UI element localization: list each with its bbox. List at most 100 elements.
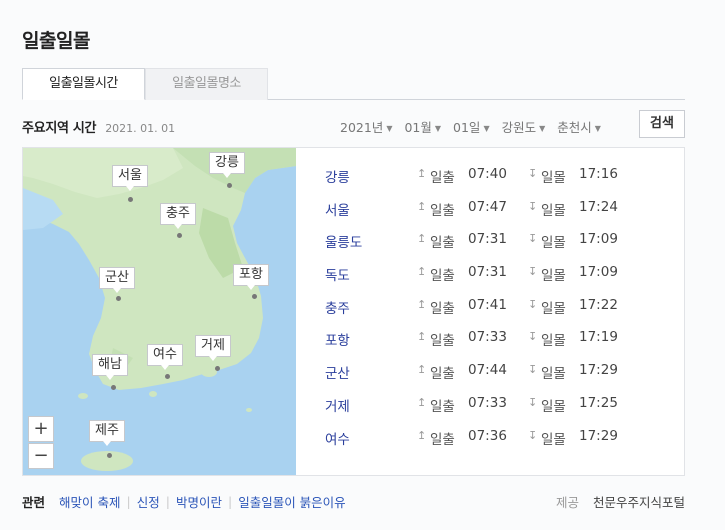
map-pin-yeosu[interactable]: 여수 xyxy=(147,344,183,370)
zoom-in-button[interactable]: + xyxy=(28,416,54,442)
sunset-time: 17:09 xyxy=(579,264,618,281)
provider-label: 제공 xyxy=(555,495,579,510)
list-item: 충주 ↥ 일출 07:41 ↧ 일몰 17:22 xyxy=(325,297,665,330)
list-item: 여수 ↥ 일출 07:36 ↧ 일몰 17:29 xyxy=(325,428,665,461)
sunset-icon: ↧ xyxy=(528,297,538,311)
sunrise-icon: ↥ xyxy=(417,199,427,213)
sunset-time: 17:24 xyxy=(579,198,618,215)
map-pin-gangneung[interactable]: 강릉 xyxy=(209,152,245,178)
sunrise-time: 07:33 xyxy=(468,329,507,346)
day-select[interactable]: 01일 ▼ xyxy=(453,117,490,136)
divider: | xyxy=(227,494,233,509)
sunset-icon: ↧ xyxy=(528,199,538,213)
sunrise-icon: ↥ xyxy=(417,330,427,344)
sunrise-icon: ↥ xyxy=(417,232,427,246)
map-dot-pohang xyxy=(252,294,257,299)
sunset-time: 17:16 xyxy=(579,166,618,182)
korea-map[interactable]: 강릉 서울 충주 군산 포항 해남 여수 거제 제주 + − xyxy=(23,148,296,475)
city-link[interactable]: 충주 xyxy=(325,297,350,317)
city-link[interactable]: 강릉 xyxy=(325,166,350,186)
related-link-new-year[interactable]: 신정 xyxy=(137,492,160,511)
sunrise-label: 일출 xyxy=(430,235,455,252)
sunset-time: 17:29 xyxy=(579,427,618,444)
sunset-time: 17:22 xyxy=(579,296,618,313)
divider: | xyxy=(126,494,131,509)
city-link[interactable]: 여수 xyxy=(325,428,350,448)
provider-link[interactable]: 천문우주지식포털 xyxy=(593,495,685,510)
map-pin-haenam[interactable]: 해남 xyxy=(92,354,128,380)
list-item: 서울 ↥ 일출 07:47 ↧ 일몰 17:24 xyxy=(325,199,665,232)
year-select[interactable]: 2021년 ▼ xyxy=(340,117,392,136)
city-link[interactable]: 울릉도 xyxy=(325,231,362,251)
sunset-label: 일몰 xyxy=(541,170,566,186)
map-pin-chungju[interactable]: 충주 xyxy=(160,203,196,229)
map-pin-seoul[interactable]: 서울 xyxy=(112,165,148,191)
map-dot-yeosu xyxy=(165,374,170,379)
sunrise-time: 07:41 xyxy=(468,296,507,313)
sunset-time: 17:25 xyxy=(579,394,618,411)
sunset-label: 일몰 xyxy=(541,431,566,448)
list-item: 울릉도 ↥ 일출 07:31 ↧ 일몰 17:09 xyxy=(325,231,665,264)
sunrise-label: 일출 xyxy=(430,366,455,383)
province-select[interactable]: 강원도 ▼ xyxy=(502,117,546,136)
list-item: 포항 ↥ 일출 07:33 ↧ 일몰 17:19 xyxy=(325,329,665,362)
map-dot-haenam xyxy=(111,385,116,390)
month-select[interactable]: 01월 ▼ xyxy=(404,117,441,136)
sunset-icon: ↧ xyxy=(528,265,538,279)
sunrise-time: 07:40 xyxy=(468,166,507,182)
sunrise-icon: ↥ xyxy=(417,428,427,442)
sunset-icon: ↧ xyxy=(528,232,538,246)
city-link[interactable]: 거제 xyxy=(325,395,350,415)
sunset-icon: ↧ xyxy=(528,167,538,180)
sunrise-label: 일출 xyxy=(430,202,455,219)
search-button[interactable]: 검색 xyxy=(639,110,685,138)
sunrise-time: 07:36 xyxy=(468,427,507,444)
map-pin-geoje[interactable]: 거제 xyxy=(195,335,231,361)
map-dot-gangneung xyxy=(227,183,232,188)
city-select[interactable]: 춘천시 ▼ xyxy=(557,117,601,136)
caret-down-icon: ▼ xyxy=(386,124,393,133)
related-link-red-sky[interactable]: 일출일몰이 붉은이유 xyxy=(238,492,345,511)
sunset-time: 17:09 xyxy=(579,231,618,248)
city-link[interactable]: 서울 xyxy=(325,199,350,219)
list-item: 군산 ↥ 일출 07:44 ↧ 일몰 17:29 xyxy=(325,362,665,395)
map-dot-jeju xyxy=(107,453,112,458)
map-pin-pohang[interactable]: 포항 xyxy=(233,264,269,290)
tab-sunrise-sunset-spots[interactable]: 일출일몰명소 xyxy=(145,68,268,100)
sunrise-label: 일출 xyxy=(430,398,455,415)
sunrise-label: 일출 xyxy=(430,170,455,186)
sunset-time: 17:29 xyxy=(579,362,618,379)
city-link[interactable]: 군산 xyxy=(325,362,350,382)
map-pin-gunsan[interactable]: 군산 xyxy=(99,267,135,293)
tab-sunrise-sunset-time[interactable]: 일출일몰시간 xyxy=(22,68,145,100)
map-pin-jeju[interactable]: 제주 xyxy=(89,420,125,446)
sunrise-label: 일출 xyxy=(430,333,455,350)
sunrise-time: 07:31 xyxy=(468,264,507,281)
date-region-filters: 2021년 ▼ 01월 ▼ 01일 ▼ 강원도 ▼ 춘천시 ▼ xyxy=(340,117,613,136)
map-dot-seoul xyxy=(128,197,133,202)
section-date: 2021. 01. 01 xyxy=(105,122,176,135)
list-item: 독도 ↥ 일출 07:31 ↧ 일몰 17:09 xyxy=(325,264,665,297)
list-item: 거제 ↥ 일출 07:33 ↧ 일몰 17:25 xyxy=(325,395,665,428)
sunrise-icon: ↥ xyxy=(417,363,427,377)
sun-times-list: 강릉 ↥ 일출 07:40 ↧ 일몰 17:16 서울 ↥ 일출 07:47 ↧… xyxy=(325,166,665,460)
map-dot-geoje xyxy=(215,366,220,371)
related-link-festival[interactable]: 해맞이 축제 xyxy=(59,492,120,511)
caret-down-icon: ▼ xyxy=(539,124,546,133)
city-link[interactable]: 포항 xyxy=(325,329,350,349)
sunset-icon: ↧ xyxy=(528,330,538,344)
sunrise-label: 일출 xyxy=(430,300,455,317)
sunset-label: 일몰 xyxy=(541,235,566,252)
city-link[interactable]: 독도 xyxy=(325,264,350,284)
related-link-twilight[interactable]: 박명이란 xyxy=(176,492,222,511)
map-dot-gunsan xyxy=(116,296,121,301)
map-dot-chungju xyxy=(177,233,182,238)
sunrise-icon: ↥ xyxy=(417,167,427,180)
sunrise-time: 07:47 xyxy=(468,198,507,215)
zoom-out-button[interactable]: − xyxy=(28,443,54,469)
sunrise-icon: ↥ xyxy=(417,265,427,279)
sunrise-time: 07:44 xyxy=(468,362,507,379)
sunrise-label: 일출 xyxy=(430,268,455,285)
korea-map-graphic xyxy=(23,148,296,475)
sunrise-time: 07:31 xyxy=(468,231,507,248)
